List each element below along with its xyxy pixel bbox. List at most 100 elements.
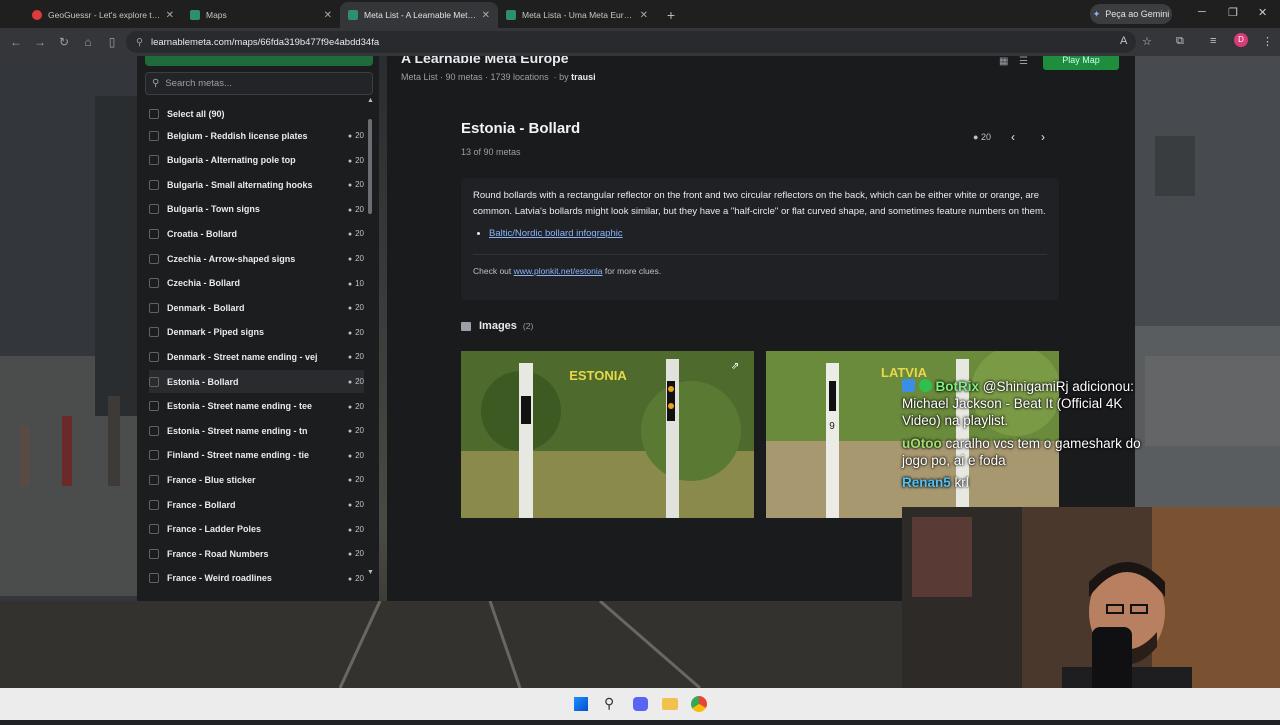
menu-kebab-icon[interactable]: ⋮ — [1262, 35, 1273, 48]
reload-icon[interactable]: ↻ — [52, 35, 76, 49]
sidebar-item-bulgaria-small-alternating-hooks[interactable]: Bulgaria - Small alternating hooks ● 20 — [149, 173, 364, 196]
meta-checkbox[interactable] — [149, 499, 159, 510]
sidebar-scrollbar[interactable]: ▲ ▼ — [367, 97, 374, 576]
sidebar-item-estonia-bollard[interactable]: Estonia - Bollard ● 20 — [149, 370, 364, 393]
profile-avatar[interactable]: D — [1234, 33, 1248, 47]
forward-icon[interactable]: → — [28, 35, 52, 49]
close-tab-icon[interactable]: ✕ — [324, 10, 332, 21]
sidebar-item-bulgaria-town-signs[interactable]: Bulgaria - Town signs ● 20 — [149, 198, 364, 221]
meta-checkbox[interactable] — [149, 351, 159, 362]
select-all-checkbox[interactable] — [149, 108, 159, 119]
meta-count-value: 20 — [355, 401, 364, 411]
estonia-bollard-image[interactable]: ESTONIA ⇗ — [461, 351, 754, 518]
scroll-up-icon[interactable]: ▲ — [367, 97, 374, 104]
scrollbar-thumb[interactable] — [368, 119, 372, 214]
meta-checkbox[interactable] — [149, 278, 159, 289]
infographic-link[interactable]: Baltic/Nordic bollard infographic — [489, 228, 623, 239]
gemini-button[interactable]: ✦ Peça ao Gemini — [1090, 4, 1172, 24]
list-view-icon[interactable]: ☰ — [1019, 56, 1028, 67]
meta-checkbox[interactable] — [149, 524, 159, 535]
sidebar-item-estonia-street-name-ending-tee[interactable]: Estonia - Street name ending - tee ● 20 — [149, 395, 364, 418]
play-map-button[interactable]: Play Map — [1043, 56, 1119, 70]
meta-label: France - Ladder Poles — [167, 524, 262, 535]
close-tab-icon[interactable]: ✕ — [482, 10, 490, 21]
sidebar-item-bulgaria-alternating-pole-top[interactable]: Bulgaria - Alternating pole top ● 20 — [149, 149, 364, 172]
meta-checkbox[interactable] — [149, 401, 159, 412]
sidebar-item-denmark-piped-signs[interactable]: Denmark - Piped signs ● 20 — [149, 321, 364, 344]
back-icon[interactable]: ← — [4, 35, 28, 49]
sidebar-item-france-blue-sticker[interactable]: France - Blue sticker ● 20 — [149, 468, 364, 491]
meta-checkbox[interactable] — [149, 573, 159, 584]
search-input[interactable]: ⚲ Search metas... — [145, 72, 373, 95]
extensions-icon[interactable]: ⧉ — [1176, 35, 1184, 48]
file-explorer-icon[interactable] — [662, 698, 678, 710]
meta-checkbox[interactable] — [149, 302, 159, 313]
meta-checkbox[interactable] — [149, 179, 159, 190]
meta-count-value: 20 — [355, 229, 364, 239]
sidebar-item-czechia-bollard[interactable]: Czechia - Bollard ● 10 — [149, 272, 364, 295]
map-author[interactable]: trausi — [571, 72, 596, 82]
site-info-icon[interactable]: ⚲ — [136, 37, 143, 48]
meta-count-value: 20 — [355, 155, 364, 165]
translate-icon[interactable]: A — [1120, 35, 1127, 47]
map-pin-icon: ● — [347, 452, 353, 460]
bookmark-star-icon[interactable]: ☆ — [1142, 35, 1152, 48]
sidebar-item-estonia-street-name-ending-tn[interactable]: Estonia - Street name ending - tn ● 20 — [149, 419, 364, 442]
minimize-icon[interactable]: ─ — [1198, 6, 1206, 18]
sidebar-item-czechia-arrow-shaped-signs[interactable]: Czechia - Arrow-shaped signs ● 20 — [149, 247, 364, 270]
meta-checkbox[interactable] — [149, 474, 159, 485]
tab-meta-list[interactable]: Meta List - A Learnable Meta E ✕ — [340, 2, 498, 28]
tab-meta-lista[interactable]: Meta Lista - Uma Meta Europa ✕ — [498, 2, 656, 28]
map-subtitle: Meta List · 90 metas · 1739 locations · … — [401, 72, 596, 82]
restore-icon[interactable]: ❐ — [1228, 6, 1238, 19]
meta-label: Belgium - Reddish license plates — [167, 130, 308, 141]
tab-geoguessr[interactable]: GeoGuessr - Let's explore the w ✕ — [24, 2, 182, 28]
sidebar-item-croatia-bollard[interactable]: Croatia - Bollard ● 20 — [149, 222, 364, 245]
next-meta-button[interactable]: › — [1041, 130, 1045, 144]
meta-checkbox[interactable] — [149, 450, 159, 461]
sidebar-item-finland-street-name-ending-tie[interactable]: Finland - Street name ending - tie ● 20 — [149, 444, 364, 467]
sidebar-item-denmark-street-name-ending-vej[interactable]: Denmark - Street name ending - vej ● 20 — [149, 345, 364, 368]
sidebar-item-belgium-reddish-license-plates[interactable]: Belgium - Reddish license plates ● 20 — [149, 124, 364, 147]
sidebar-toggle-icon[interactable]: ▯ — [100, 35, 124, 49]
meta-checkbox[interactable] — [149, 228, 159, 239]
discord-icon[interactable] — [633, 697, 648, 711]
grid-view-icon[interactable]: ▦ — [999, 56, 1008, 67]
plonkit-link[interactable]: www.plonkit.net/estonia — [514, 266, 603, 276]
new-tab-button[interactable]: + — [660, 4, 682, 26]
meta-checkbox[interactable] — [149, 204, 159, 215]
windows-start-icon[interactable] — [574, 697, 588, 711]
chrome-icon[interactable] — [691, 696, 707, 712]
taskbar-search-icon[interactable]: ⚲ — [604, 695, 614, 712]
address-bar[interactable]: ⚲ learnablemeta.com/maps/66fda319b477f9e… — [126, 31, 1136, 53]
sidebar-item-denmark-bollard[interactable]: Denmark - Bollard ● 20 — [149, 296, 364, 319]
home-icon[interactable]: ⌂ — [76, 35, 100, 49]
meta-checkbox[interactable] — [149, 548, 159, 559]
meta-checkbox[interactable] — [149, 376, 159, 387]
meta-checkbox[interactable] — [149, 327, 159, 338]
media-icon[interactable]: ≡ — [1210, 35, 1216, 47]
meta-checkbox[interactable] — [149, 130, 159, 141]
sidebar-item-france-bollard[interactable]: France - Bollard ● 20 — [149, 493, 364, 516]
sidebar-item-france-road-numbers[interactable]: France - Road Numbers ● 20 — [149, 542, 364, 565]
sidebar-top-button[interactable] — [145, 56, 373, 66]
meta-count: ● 20 — [336, 574, 364, 583]
meta-count-value: 20 — [355, 131, 364, 140]
meta-checkbox[interactable] — [149, 253, 159, 264]
open-external-icon[interactable]: ⇗ — [731, 361, 739, 372]
select-all-row[interactable]: Select all (90) — [149, 102, 364, 125]
scroll-down-icon[interactable]: ▼ — [367, 569, 374, 576]
previous-meta-button[interactable]: ‹ — [1011, 130, 1015, 144]
tab-strip: GeoGuessr - Let's explore the w ✕ Maps ✕… — [0, 0, 1280, 28]
map-stats: Meta List · 90 metas · 1739 locations — [401, 72, 549, 82]
sidebar-item-france-weird-roadlines[interactable]: France - Weird roadlines ● 20 — [149, 567, 364, 590]
close-tab-icon[interactable]: ✕ — [166, 10, 174, 21]
close-tab-icon[interactable]: ✕ — [640, 10, 648, 21]
learnablemeta-favicon-icon — [190, 10, 200, 20]
meta-checkbox[interactable] — [149, 425, 159, 436]
map-pin-icon: ● — [347, 133, 353, 140]
sidebar-item-france-ladder-poles[interactable]: France - Ladder Poles ● 20 — [149, 518, 364, 541]
meta-checkbox[interactable] — [149, 155, 159, 166]
close-window-icon[interactable]: ✕ — [1258, 6, 1267, 19]
tab-maps[interactable]: Maps ✕ — [182, 2, 340, 28]
